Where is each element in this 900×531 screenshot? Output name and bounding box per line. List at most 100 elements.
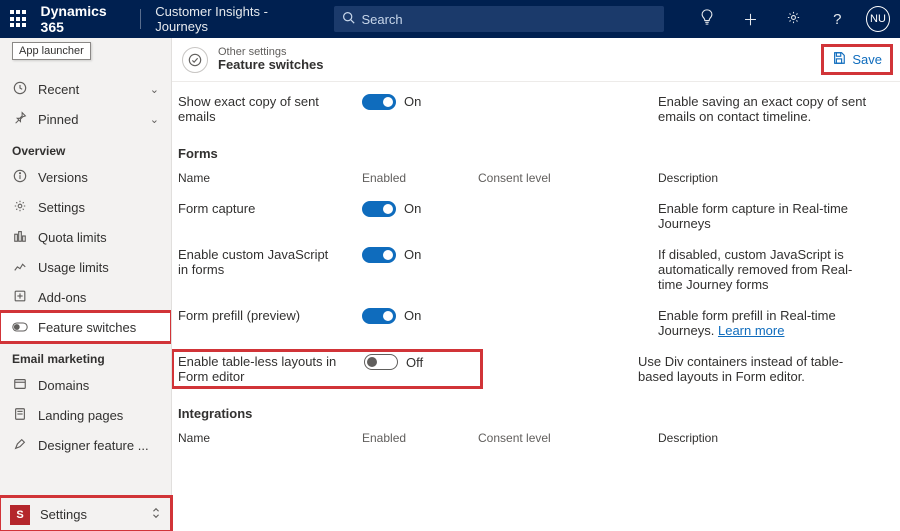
sidebar-item-pinned[interactable]: Pinned ⌄ — [0, 104, 171, 134]
avatar[interactable]: NU — [866, 6, 890, 32]
brand-label[interactable]: Dynamics 365 — [41, 3, 127, 35]
column-headers: Name Enabled Consent level Description — [176, 165, 876, 193]
sidebar-item-label: Designer feature ... — [38, 438, 149, 453]
sidebar-item-domains[interactable]: Domains — [0, 370, 171, 400]
col-header-name: Name — [176, 431, 342, 445]
info-icon — [12, 169, 28, 186]
setting-name: Enable table-less layouts in Form editor — [178, 354, 344, 384]
setting-desc: Use Div containers instead of table-base… — [638, 354, 876, 384]
sidebar-item-label: Pinned — [38, 112, 78, 127]
setting-name: Form capture — [176, 201, 342, 231]
sidebar-item-designer-feature[interactable]: Designer feature ... — [0, 430, 171, 460]
setting-row-exact-copy: Show exact copy of sent emails On Enable… — [176, 86, 876, 132]
gear-icon — [12, 199, 28, 216]
sidebar-heading-email: Email marketing — [0, 342, 171, 370]
sidebar-item-label: Feature switches — [38, 320, 136, 335]
sidebar-item-versions[interactable]: Versions — [0, 162, 171, 192]
sidebar-item-label: Settings — [38, 200, 85, 215]
col-header-enabled: Enabled — [362, 171, 406, 185]
sidebar-item-usage-limits[interactable]: Usage limits — [0, 252, 171, 282]
area-badge: S — [10, 505, 30, 525]
section-integrations: Integrations — [176, 392, 876, 425]
feature-icon — [182, 47, 208, 73]
area-label: Settings — [40, 507, 87, 522]
app-launcher-tooltip: App launcher — [12, 42, 91, 60]
search-box[interactable] — [334, 6, 664, 32]
col-header-enabled: Enabled — [362, 431, 406, 445]
plus-icon[interactable]: ＋ — [736, 9, 765, 30]
addon-icon — [12, 289, 28, 306]
column-headers: Name Enabled Consent level Description — [176, 425, 876, 453]
col-header-name: Name — [176, 171, 342, 185]
page-icon — [12, 407, 28, 424]
toggle-label: On — [404, 308, 421, 323]
sidebar-item-label: Versions — [38, 170, 88, 185]
setting-desc: If disabled, custom JavaScript is automa… — [658, 247, 876, 292]
sidebar-item-label: Quota limits — [38, 230, 107, 245]
chevron-down-icon: ⌄ — [150, 83, 159, 96]
app-launcher-icon[interactable] — [10, 10, 27, 28]
sidebar-item-feature-switches[interactable]: Feature switches — [0, 312, 171, 342]
toggle-prefill[interactable] — [362, 308, 396, 324]
col-header-desc: Description — [658, 171, 876, 185]
area-switcher[interactable]: S Settings — [0, 497, 171, 531]
sidebar-heading-overview: Overview — [0, 134, 171, 162]
search-input[interactable] — [361, 12, 656, 27]
sidebar-item-recent[interactable]: Recent ⌄ — [0, 74, 171, 104]
toggle-custom-js[interactable] — [362, 247, 396, 263]
sidebar-item-label: Usage limits — [38, 260, 109, 275]
quota-icon — [12, 229, 28, 246]
lightbulb-icon[interactable] — [692, 9, 721, 29]
usage-icon — [12, 259, 28, 276]
pin-icon — [12, 111, 28, 127]
design-icon — [12, 437, 28, 454]
toggle-tableless[interactable] — [364, 354, 398, 370]
main: Other settings Feature switches Save Sho… — [172, 38, 900, 531]
gear-icon[interactable] — [779, 10, 808, 29]
divider — [140, 9, 141, 29]
save-label: Save — [852, 52, 882, 67]
chevron-down-icon: ⌄ — [150, 113, 159, 126]
module-label[interactable]: Customer Insights - Journeys — [155, 4, 310, 34]
chevron-updown-icon — [151, 507, 161, 522]
toggle-form-capture[interactable] — [362, 201, 396, 217]
col-header-consent: Consent level — [478, 171, 638, 185]
sidebar-item-addons[interactable]: Add-ons — [0, 282, 171, 312]
sidebar-item-label: Domains — [38, 378, 89, 393]
setting-desc: Enable form prefill in Real-time Journey… — [658, 308, 876, 338]
sidebar-item-settings[interactable]: Settings — [0, 192, 171, 222]
help-icon[interactable]: ? — [823, 11, 852, 28]
setting-row-custom-js: Enable custom JavaScript in forms On If … — [176, 239, 876, 300]
sidebar-item-quota-limits[interactable]: Quota limits — [0, 222, 171, 252]
save-icon — [832, 51, 846, 68]
toolbar: Other settings Feature switches Save — [172, 38, 900, 82]
page-title: Feature switches — [218, 58, 324, 72]
sidebar-item-landing-pages[interactable]: Landing pages — [0, 400, 171, 430]
clock-icon — [12, 81, 28, 98]
content-scroll[interactable]: Show exact copy of sent emails On Enable… — [172, 82, 900, 531]
sidebar-item-label: Add-ons — [38, 290, 86, 305]
section-forms: Forms — [176, 132, 876, 165]
sidebar-item-label: Recent — [38, 82, 79, 97]
toggle-label: On — [404, 94, 421, 109]
col-header-consent: Consent level — [478, 431, 638, 445]
setting-desc: Enable form capture in Real-time Journey… — [658, 201, 876, 231]
setting-name: Enable custom JavaScript in forms — [176, 247, 342, 292]
sidebar-item-label: Landing pages — [38, 408, 123, 423]
toggle-label: On — [404, 247, 421, 262]
col-header-desc: Description — [658, 431, 876, 445]
domain-icon — [12, 377, 28, 394]
top-bar: Dynamics 365 Customer Insights - Journey… — [0, 0, 900, 38]
setting-row-form-capture: Form capture On Enable form capture in R… — [176, 193, 876, 239]
toggle-label: On — [404, 201, 421, 216]
setting-name: Show exact copy of sent emails — [176, 94, 342, 124]
setting-desc: Enable saving an exact copy of sent emai… — [658, 94, 876, 124]
sidebar: App launcher Recent ⌄ Pinned ⌄ Overview — [0, 38, 172, 531]
toggle-exact-copy[interactable] — [362, 94, 396, 110]
learn-more-link[interactable]: Learn more — [718, 323, 784, 338]
setting-name: Form prefill (preview) — [176, 308, 342, 338]
toggle-label: Off — [406, 355, 423, 370]
search-icon — [342, 11, 355, 27]
toggle-icon — [12, 320, 28, 335]
save-button[interactable]: Save — [824, 47, 890, 72]
